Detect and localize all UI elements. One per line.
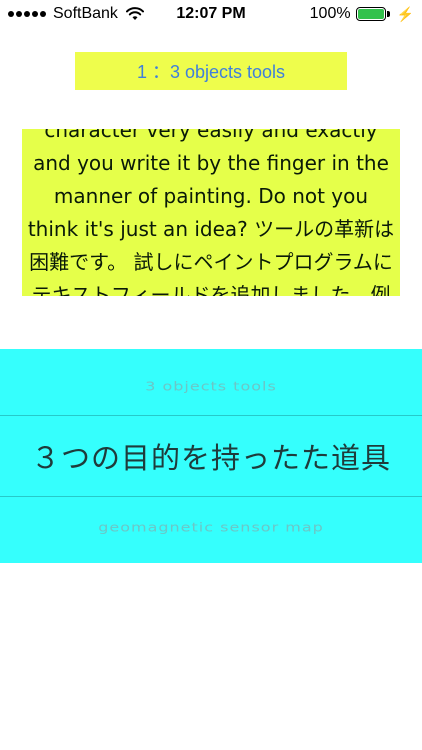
battery-percent: 100% [309,5,351,22]
picker-item-above[interactable]: 3 objects tools [0,357,422,407]
objects-picker[interactable]: 3 objects tools ３つの目的を持ったた道具 geomagnetic… [0,349,422,563]
battery-icon [355,7,390,21]
charging-icon: ⚡ [396,5,414,22]
text-panel[interactable]: character very easily and exactly and yo… [22,129,400,296]
status-right: 100% ⚡ [310,5,414,23]
title-banner[interactable]: 1 ：3 objects tools [75,52,347,90]
picker-item-below[interactable]: geomagnetic sensor map [0,505,422,555]
status-bar: SoftBank 12:07 PM 100% ⚡ [0,0,422,28]
text-panel-content: character very easily and exactly and yo… [27,129,395,296]
battery-fill [357,9,384,19]
picker-item-selected[interactable]: ３つの目的を持ったた道具 [0,415,422,497]
